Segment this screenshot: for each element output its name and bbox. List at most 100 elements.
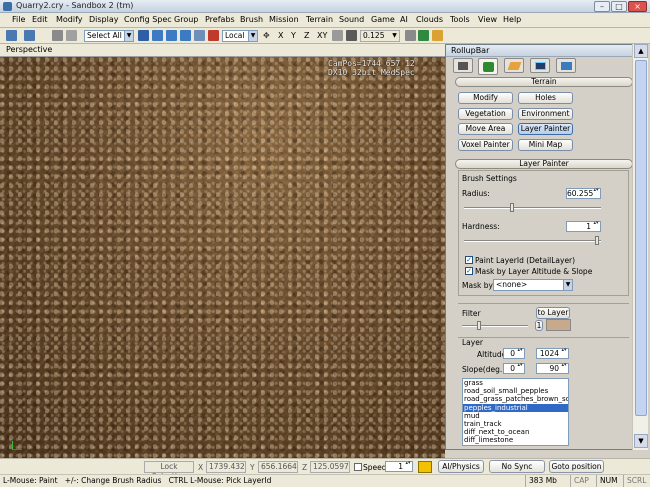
environment-button[interactable]: Environment xyxy=(518,108,573,120)
ai-physics-button[interactable]: AI/Physics xyxy=(438,460,484,473)
mask-by-dropdown[interactable]: <none> ▼ xyxy=(493,279,573,291)
hardness-slider[interactable] xyxy=(464,236,601,245)
mask-altitude-slope-checkbox[interactable]: ✓ xyxy=(465,267,473,275)
menu-clouds[interactable]: Clouds xyxy=(416,15,443,24)
unlink-icon[interactable] xyxy=(66,30,77,41)
layer-list-item[interactable]: mud xyxy=(463,412,568,420)
layer-list[interactable]: grass road_soil_small_pepples road_grass… xyxy=(462,378,569,446)
filter-color-swatch[interactable] xyxy=(546,319,571,331)
display-tab-icon[interactable] xyxy=(530,58,550,73)
filter-slider[interactable] xyxy=(462,321,528,330)
holes-button[interactable]: Holes xyxy=(518,92,573,104)
scale-icon[interactable] xyxy=(180,30,191,41)
snap-icon[interactable] xyxy=(208,30,219,41)
slope-min-spinner[interactable]: 0 xyxy=(503,363,525,374)
axis-constraint-icon[interactable]: ✥ xyxy=(263,31,270,40)
layer-painter-button[interactable]: Layer Painter xyxy=(518,123,573,135)
maximize-button[interactable]: □ xyxy=(611,1,627,12)
rotate-icon[interactable] xyxy=(166,30,177,41)
move-area-button[interactable]: Move Area xyxy=(458,123,513,135)
hardness-slider-thumb[interactable] xyxy=(595,236,599,245)
link-icon[interactable] xyxy=(52,30,63,41)
scroll-up-icon[interactable]: ▲ xyxy=(634,44,648,58)
layer-list-item-selected[interactable]: pepples_industrial xyxy=(463,403,568,412)
x-coordinate-field[interactable]: 1739.432 xyxy=(206,461,246,473)
layer-list-item[interactable]: diff_limestone xyxy=(463,436,568,444)
menu-config-spec[interactable]: Config Spec xyxy=(124,15,172,24)
menu-mission[interactable]: Mission xyxy=(269,15,299,24)
menu-file[interactable]: File xyxy=(12,15,25,24)
menu-sound[interactable]: Sound xyxy=(339,15,364,24)
no-sync-player-button[interactable]: No Sync Player xyxy=(489,460,545,482)
altitude-max-spinner[interactable]: 1024 xyxy=(536,348,569,359)
grid-icon[interactable] xyxy=(346,30,357,41)
radius-slider-thumb[interactable] xyxy=(510,203,514,212)
terrain-collision-icon[interactable] xyxy=(418,30,429,41)
speed-lock-checkbox[interactable] xyxy=(354,463,362,471)
minimize-button[interactable]: – xyxy=(594,1,610,12)
menu-game[interactable]: Game xyxy=(371,15,395,24)
layer-list-item[interactable]: train_track xyxy=(463,420,568,428)
voxel-painter-button[interactable]: Voxel Painter xyxy=(458,139,513,151)
radius-slider[interactable] xyxy=(464,203,601,212)
close-button[interactable]: × xyxy=(628,1,647,12)
layer-list-item[interactable]: diff_more_pieces xyxy=(463,445,568,446)
menu-group[interactable]: Group xyxy=(174,15,198,24)
objects-tab-icon[interactable] xyxy=(453,58,473,73)
speed-spinner[interactable]: 1 xyxy=(385,461,413,472)
layer-list-item[interactable]: road_grass_patches_brown_soil xyxy=(463,395,568,403)
radius-spinner[interactable]: 60.255 xyxy=(566,188,601,199)
menu-ai[interactable]: AI xyxy=(400,15,408,24)
filter-index-button[interactable]: 1 xyxy=(535,320,543,331)
axis-x-button[interactable]: X xyxy=(278,31,283,40)
menu-help[interactable]: Help xyxy=(503,15,521,24)
menu-prefabs[interactable]: Prefabs xyxy=(205,15,235,24)
grid-size-dropdown[interactable]: 0.125 ▼ xyxy=(360,30,400,42)
perspective-viewport[interactable]: CamPos=1744 657 12 DX10 32bit MedSpec xyxy=(0,57,445,458)
to-layer-button[interactable]: to Layer xyxy=(536,307,570,319)
coord-system-dropdown[interactable]: Local ▼ xyxy=(222,30,258,42)
goto-position-button[interactable]: Goto position xyxy=(549,460,604,473)
layer-painter-section-header[interactable]: Layer Painter xyxy=(455,159,633,169)
terrain-tab-icon[interactable] xyxy=(478,58,498,75)
paint-layerid-checkbox[interactable]: ✓ xyxy=(465,256,473,264)
rollup-scrollbar[interactable]: ▲ ▼ xyxy=(632,44,648,450)
ruler-icon[interactable] xyxy=(432,30,443,41)
angle-snap-icon[interactable] xyxy=(405,30,416,41)
y-coordinate-field[interactable]: 656.1664 xyxy=(258,461,298,473)
vegetation-button[interactable]: Vegetation xyxy=(458,108,513,120)
layer-list-item[interactable]: grass xyxy=(463,379,568,387)
select-region-icon[interactable] xyxy=(194,30,205,41)
scroll-down-icon[interactable]: ▼ xyxy=(634,434,648,448)
scroll-thumb[interactable] xyxy=(635,60,647,416)
filter-slider-thumb[interactable] xyxy=(477,321,481,330)
undo-icon[interactable] xyxy=(6,30,17,41)
menu-display[interactable]: Display xyxy=(89,15,119,24)
menu-view[interactable]: View xyxy=(478,15,497,24)
layers-tab-icon[interactable] xyxy=(556,58,576,73)
modify-button[interactable]: Modify xyxy=(458,92,513,104)
lock-selection-button[interactable]: Lock Selection xyxy=(144,461,194,481)
altitude-min-spinner[interactable]: 0 xyxy=(503,348,525,359)
menu-modify[interactable]: Modify xyxy=(56,15,83,24)
select-arrow-icon[interactable] xyxy=(138,30,149,41)
camera-speed-icon[interactable] xyxy=(418,461,432,473)
redo-icon[interactable] xyxy=(24,30,35,41)
axis-z-button[interactable]: Z xyxy=(304,31,309,40)
z-coordinate-field[interactable]: 125.0597 xyxy=(310,461,350,473)
layer-list-item[interactable]: road_soil_small_pepples xyxy=(463,387,568,395)
terrain-section-header[interactable]: Terrain xyxy=(455,77,633,87)
modeling-tab-icon[interactable] xyxy=(504,58,524,73)
slope-max-spinner[interactable]: 90 xyxy=(536,363,569,374)
menu-edit[interactable]: Edit xyxy=(32,15,48,24)
terrain-follow-icon[interactable] xyxy=(332,30,343,41)
move-icon[interactable] xyxy=(152,30,163,41)
mini-map-button[interactable]: Mini Map xyxy=(518,139,573,151)
axis-y-button[interactable]: Y xyxy=(291,31,296,40)
menu-terrain[interactable]: Terrain xyxy=(306,15,333,24)
menu-tools[interactable]: Tools xyxy=(450,15,470,24)
selection-filter-dropdown[interactable]: Select All ▼ xyxy=(84,30,134,42)
axis-xy-button[interactable]: XY xyxy=(317,31,327,40)
menu-brush[interactable]: Brush xyxy=(240,15,263,24)
hardness-spinner[interactable]: 1 xyxy=(566,221,601,232)
